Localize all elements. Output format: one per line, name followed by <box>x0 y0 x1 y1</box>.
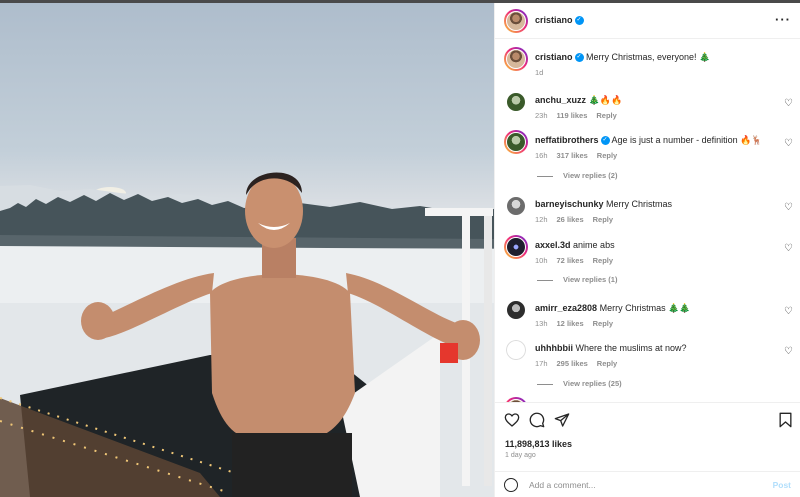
caption-avatar[interactable] <box>504 47 528 71</box>
view-replies-button[interactable]: View replies (2) <box>537 171 617 180</box>
photo-scene <box>0 172 494 497</box>
reply-button[interactable]: Reply <box>597 359 617 368</box>
view-replies-label: View replies (1) <box>563 275 618 284</box>
reply-button[interactable]: Reply <box>593 319 613 328</box>
post-photo[interactable] <box>0 3 494 497</box>
comment-username[interactable]: barneyischunky <box>535 199 604 209</box>
caption-age: 1d <box>535 68 544 77</box>
comment-text-wrap: amirr_eza2808 Merry Christmas 🎄🎄 <box>535 302 775 314</box>
comment-text: Age is just a number - definition 🔥🦌 <box>611 135 763 145</box>
commenter-avatar[interactable] <box>506 196 526 216</box>
comment-age: 17h <box>535 359 548 368</box>
comment-item: anchu_xuzz 🎄🔥🔥 23h 119 likes Reply ♡ <box>495 90 800 124</box>
author-name-wrap: cristiano ✓ <box>535 15 584 26</box>
view-replies-button[interactable]: View replies (25) <box>537 379 622 388</box>
comment-item: uhhhbbii Where the muslims at now? 17h 29… <box>495 338 800 372</box>
comment-username[interactable]: amirr_eza2808 <box>535 303 597 313</box>
comment-text: 🎄🔥🔥 <box>588 95 623 105</box>
comments-list[interactable]: cristiano ✓ Merry Christmas, everyone! 🎄 … <box>495 40 800 402</box>
comment-likes[interactable]: 119 likes <box>557 111 588 120</box>
comment-icon[interactable] <box>529 412 545 428</box>
comment-heart-icon[interactable]: ♡ <box>784 243 793 254</box>
comment-heart-icon[interactable]: ♡ <box>784 98 793 109</box>
view-replies-button[interactable]: View replies (1) <box>537 275 617 284</box>
post-comment-button[interactable]: Post <box>773 480 791 490</box>
reply-button[interactable]: Reply <box>593 215 613 224</box>
comment-text-wrap: uhhhbbii Where the muslims at now? <box>535 342 775 354</box>
caption: cristiano ✓ Merry Christmas, everyone! 🎄 … <box>495 47 800 81</box>
comment-meta: 17h 295 likes Reply <box>535 359 626 368</box>
bookmark-icon[interactable] <box>778 412 793 428</box>
comment-item: neffatibrothers ✓ Age is just a number - … <box>495 130 800 164</box>
verified-icon: ✓ <box>600 136 610 146</box>
comment-meta: 16h 317 likes Reply <box>535 151 626 160</box>
caption-meta: 1d <box>535 68 552 77</box>
comment-likes[interactable]: 295 likes <box>557 359 588 368</box>
comment-text-wrap: axxel.3d anime abs <box>535 239 775 251</box>
reply-button[interactable]: Reply <box>596 111 616 120</box>
comment-text: anime abs <box>573 240 615 250</box>
post-age: 1 day ago <box>505 452 536 459</box>
more-icon[interactable]: ··· <box>775 12 791 27</box>
like-count[interactable]: 11,898,813 likes <box>505 439 572 449</box>
heart-icon[interactable] <box>504 412 520 428</box>
comment-text: Merry Christmas 🎄🎄 <box>599 303 691 313</box>
comment-heart-icon[interactable]: ♡ <box>784 202 793 213</box>
comment-text: Merry Christmas <box>606 199 673 209</box>
comment-age: 16h <box>535 151 548 160</box>
view-replies-label: View replies (25) <box>563 379 622 388</box>
comment-username[interactable]: anchu_xuzz <box>535 95 586 105</box>
comment-item: axxel.3d anime abs 10h 72 likes Reply ♡ <box>495 235 800 269</box>
comment-heart-icon[interactable]: ♡ <box>784 306 793 317</box>
caption-text-wrap: cristiano ✓ Merry Christmas, everyone! 🎄 <box>535 51 775 63</box>
comment-age: 23h <box>535 111 548 120</box>
replies-line <box>537 175 553 177</box>
verified-icon: ✓ <box>574 53 584 63</box>
comment-age: 13h <box>535 319 548 328</box>
comment-item: barneyischunky Merry Christmas 12h 26 lik… <box>495 194 800 228</box>
comment-text-wrap: neffatibrothers ✓ Age is just a number - … <box>535 134 775 146</box>
verified-icon: ✓ <box>574 16 584 26</box>
comment-meta: 13h 12 likes Reply <box>535 319 622 328</box>
commenter-avatar[interactable] <box>506 340 526 360</box>
replies-line <box>537 383 553 385</box>
comment-likes[interactable]: 12 likes <box>557 319 584 328</box>
comment-text-wrap: barneyischunky Merry Christmas <box>535 198 775 210</box>
caption-username[interactable]: cristiano <box>535 52 573 62</box>
replies-line <box>537 279 553 281</box>
comment-username[interactable]: neffatibrothers <box>535 135 599 145</box>
comment-heart-icon[interactable]: ♡ <box>784 138 793 149</box>
comment-likes[interactable]: 72 likes <box>557 256 584 265</box>
comment-likes[interactable]: 26 likes <box>557 215 584 224</box>
emoji-icon[interactable] <box>504 478 518 492</box>
comment-text: Where the muslims at now? <box>575 343 687 353</box>
comment-text-wrap: anchu_xuzz 🎄🔥🔥 <box>535 94 775 106</box>
commenter-avatar[interactable] <box>506 92 526 112</box>
comment-meta: 10h 72 likes Reply <box>535 256 622 265</box>
commenter-avatar[interactable] <box>504 130 528 154</box>
comment-input[interactable] <box>529 477 759 493</box>
comment-meta: 12h 26 likes Reply <box>535 215 622 224</box>
author-username[interactable]: cristiano <box>535 15 573 25</box>
commenter-avatar[interactable] <box>506 300 526 320</box>
post-header: cristiano ✓ ··· <box>495 3 800 39</box>
reply-button[interactable]: Reply <box>593 256 613 265</box>
comment-username[interactable]: uhhhbbii <box>535 343 573 353</box>
share-icon[interactable] <box>554 412 570 428</box>
caption-text: Merry Christmas, everyone! 🎄 <box>586 52 711 62</box>
comment-username[interactable]: axxel.3d <box>535 240 571 250</box>
view-replies-label: View replies (2) <box>563 171 618 180</box>
reply-button[interactable]: Reply <box>597 151 617 160</box>
post-actions: 11,898,813 likes 1 day ago <box>495 402 800 466</box>
post-side-panel: cristiano ✓ ··· cristiano ✓ Merry Christma… <box>494 3 800 497</box>
comment-heart-icon[interactable]: ♡ <box>784 346 793 357</box>
commenter-avatar[interactable] <box>504 235 528 259</box>
comment-meta: 23h 119 likes Reply <box>535 111 626 120</box>
comment-age: 12h <box>535 215 548 224</box>
comment-likes[interactable]: 317 likes <box>557 151 588 160</box>
author-avatar[interactable] <box>504 9 528 33</box>
comment-age: 10h <box>535 256 548 265</box>
comment-item: amirr_eza2808 Merry Christmas 🎄🎄 13h 12 l… <box>495 298 800 332</box>
add-comment-bar: Post <box>495 471 800 497</box>
